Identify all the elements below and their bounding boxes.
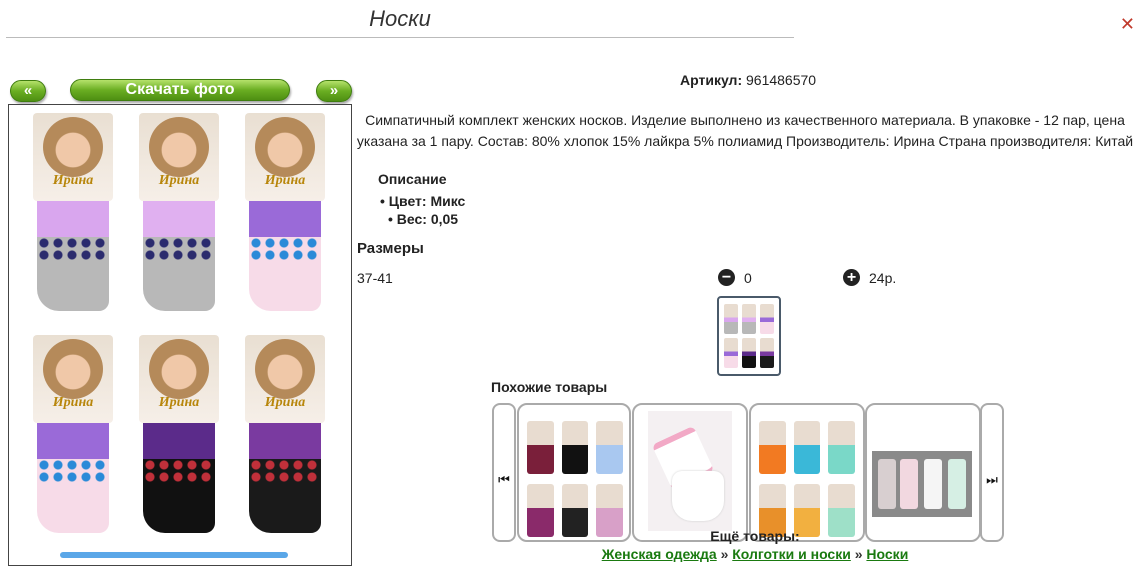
brand-logo: Ирина [264, 173, 306, 188]
photo-scrollbar[interactable] [60, 552, 288, 558]
article-number: Артикул: 961486570 [680, 72, 816, 88]
similar-product-card[interactable] [632, 403, 748, 542]
thumbnail-image [724, 304, 774, 368]
similar-product-image [759, 421, 855, 537]
close-icon[interactable]: ✕ [1120, 14, 1135, 35]
model-face [149, 339, 209, 399]
model-face [43, 339, 103, 399]
sock-pack: Ирина [139, 335, 219, 540]
next-photo-button[interactable]: » [316, 80, 352, 102]
thumbnail-sock [724, 304, 738, 334]
price-value: 24р. [869, 270, 897, 286]
plus-icon[interactable]: + [843, 269, 860, 286]
sock-pack: Ирина [139, 113, 219, 318]
model-face [149, 117, 209, 177]
article-value: 961486570 [746, 72, 817, 88]
product-description: Симпатичный комплект женских носков. Изд… [356, 112, 1134, 149]
brand-logo: Ирина [52, 395, 94, 410]
thumbnail-sock [760, 304, 774, 334]
brand-logo: Ирина [158, 173, 200, 188]
more-products-title: Ещё товары: [710, 528, 800, 544]
breadcrumb-link[interactable]: Носки [866, 546, 908, 562]
prev-photo-button[interactable]: « [10, 80, 46, 102]
carousel-next-icon[interactable]: ⏭ [980, 403, 1004, 542]
similar-product-card[interactable] [865, 403, 981, 542]
breadcrumb-link[interactable]: Колготки и носки [732, 546, 851, 562]
similar-product-image [648, 411, 732, 531]
specs-title: Описание [378, 171, 447, 187]
brand-logo: Ирина [158, 395, 200, 410]
sock-pack: Ирина [245, 335, 325, 540]
spec-weight: Вес: 0,05 [380, 210, 465, 228]
brand-logo: Ирина [264, 395, 306, 410]
model-face [43, 117, 103, 177]
spec-color: Цвет: Микс [380, 192, 466, 210]
thumbnail-sock [724, 338, 738, 368]
article-label: Артикул: [680, 72, 743, 88]
product-photo[interactable]: Ирина Ирина Ирина Ирина Ирина Ирина [8, 104, 352, 566]
sock-pack: Ирина [33, 335, 113, 540]
sizes-title: Размеры [357, 240, 424, 257]
title-divider [6, 37, 794, 38]
similar-product-image [872, 451, 972, 517]
brand-logo: Ирина [52, 173, 94, 188]
similar-products-title: Похожие товары [491, 379, 608, 395]
carousel-prev-icon[interactable]: ⏮ [492, 403, 516, 542]
model-face [255, 339, 315, 399]
thumbnail-sock [760, 338, 774, 368]
similar-product-image [527, 421, 623, 537]
breadcrumb-separator: » [720, 546, 729, 562]
quantity-value: 0 [744, 270, 752, 286]
similar-product-card[interactable] [517, 403, 631, 542]
sock-pack: Ирина [33, 113, 113, 318]
sock-pack: Ирина [245, 113, 325, 318]
thumbnail-sock [742, 338, 756, 368]
download-photo-button[interactable]: Скачать фото [70, 79, 290, 101]
breadcrumb-separator: » [854, 546, 863, 562]
thumbnail-sock [742, 304, 756, 334]
page-title: Носки [369, 6, 431, 31]
minus-icon[interactable]: − [718, 269, 735, 286]
breadcrumb-link[interactable]: Женская одежда [602, 546, 717, 562]
selected-thumbnail[interactable] [717, 296, 781, 376]
similar-product-card[interactable] [749, 403, 865, 542]
specs-list: Цвет: Микс Вес: 0,05 [380, 192, 466, 228]
size-value: 37-41 [357, 270, 393, 286]
model-face [255, 117, 315, 177]
